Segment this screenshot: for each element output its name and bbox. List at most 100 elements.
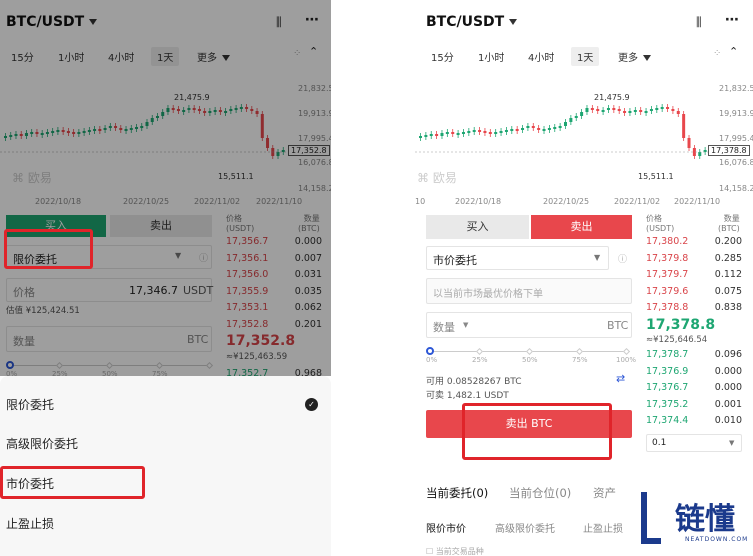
order-type-select[interactable]: 市价委托 ▼: [426, 246, 609, 270]
unit-dropdown-icon[interactable]: ▼: [463, 321, 468, 329]
candle: [419, 136, 422, 138]
candle: [494, 132, 498, 134]
pct-label: 100%: [616, 356, 637, 364]
candle: [429, 134, 433, 136]
candlestick-svg: [415, 104, 713, 159]
price-axis-label: 14,158.2: [719, 184, 753, 193]
highlight-box: [4, 229, 93, 269]
candle: [461, 132, 465, 134]
orderbook-row[interactable]: 17,374.4 0.010: [646, 413, 742, 430]
orderbook-qty: 0.000: [714, 365, 742, 377]
candle: [698, 152, 702, 156]
orderbook-qty: 0.200: [714, 236, 742, 247]
orderbook-row[interactable]: 17,380.2 0.200: [646, 234, 742, 251]
collapse-icon[interactable]: ⌃: [729, 45, 738, 58]
dropdown-arrow-icon: ▼: [594, 253, 601, 262]
tab-assets[interactable]: 资产: [593, 485, 616, 501]
candle: [682, 114, 686, 138]
dropdown-arrow-icon: ▼: [729, 439, 735, 447]
candle: [623, 111, 627, 113]
candle: [521, 128, 525, 130]
last-price-tag: 17,378.8: [708, 145, 750, 156]
candle: [542, 129, 546, 131]
sheet-item-limit[interactable]: 限价委托: [6, 396, 54, 413]
tab-15m[interactable]: 15分: [431, 49, 454, 64]
candle: [676, 111, 680, 114]
tab-advanced-limit[interactable]: 高级限价委托: [495, 520, 555, 535]
price-chart[interactable]: [415, 72, 753, 212]
tab-limit-market[interactable]: 限价市价: [426, 520, 466, 535]
candle: [628, 111, 632, 113]
slider-tick[interactable]: [575, 347, 584, 356]
tab-positions[interactable]: 当前仓位(0): [509, 485, 571, 501]
candle: [531, 126, 535, 128]
candle: [515, 129, 519, 131]
chevron-down-icon: [643, 55, 651, 61]
current-symbol-filter[interactable]: ☐ 当前交易品种: [426, 546, 484, 556]
tab-open-orders[interactable]: 当前委托(0): [426, 485, 488, 501]
quantity-input[interactable]: 数量 ▼ BTC: [426, 312, 632, 338]
orderbook-row[interactable]: 17,379.7 0.112: [646, 267, 742, 284]
candle: [612, 108, 616, 110]
sheet-item-advanced-limit[interactable]: 高级限价委托: [6, 435, 78, 452]
sheet-item-tp-sl[interactable]: 止盈止损: [6, 515, 54, 532]
candle: [585, 108, 589, 112]
last-price: 17,378.8: [646, 317, 716, 333]
slider-handle[interactable]: [426, 347, 434, 355]
orderbook-price: 17,376.9: [646, 365, 689, 377]
orderbook-row[interactable]: 17,376.7 0.000: [646, 380, 742, 397]
candle: [660, 107, 664, 109]
ob-price-header: 价格 (USDT): [646, 214, 675, 233]
candle: [510, 129, 514, 131]
candle: [526, 126, 530, 128]
tab-1d[interactable]: 1天: [571, 47, 600, 66]
candle: [574, 116, 578, 118]
tab-tp-sl[interactable]: 止盈止损: [583, 520, 623, 535]
price-axis-label: 21,832.5: [719, 84, 753, 93]
orderbook-price: 17,378.7: [646, 349, 689, 360]
orderbook-row[interactable]: 17,379.8 0.285: [646, 251, 742, 268]
candle: [655, 108, 659, 110]
sell-tab[interactable]: 卖出: [531, 215, 632, 239]
slider-tick[interactable]: [622, 347, 631, 356]
market-price-field: 以当前市场最优价格下单: [426, 278, 632, 304]
date-label: 10: [415, 197, 426, 206]
candle: [671, 109, 675, 111]
slider-tick[interactable]: [475, 347, 484, 356]
transfer-icon[interactable]: ⇄: [616, 372, 625, 385]
orderbook-qty: 0.096: [714, 349, 742, 360]
candle: [617, 109, 621, 111]
depth-select[interactable]: 0.1 ▼: [646, 434, 742, 452]
orderbook-row[interactable]: 17,379.6 0.075: [646, 284, 742, 301]
candle: [606, 108, 610, 110]
buy-tab[interactable]: 买入: [426, 215, 529, 239]
candle: [504, 130, 508, 132]
slider-tick[interactable]: [525, 347, 534, 356]
candle: [596, 109, 600, 111]
site-logo: 链懂 NEATDOWN.COM: [633, 486, 753, 556]
candle: [553, 127, 557, 129]
logo-mark: [641, 492, 661, 544]
pct-label: 50%: [522, 356, 538, 364]
candle: [564, 122, 567, 126]
candle: [633, 110, 637, 112]
candle: [499, 131, 503, 133]
modal-backdrop[interactable]: [0, 0, 331, 376]
candle: [644, 111, 648, 113]
tab-4h[interactable]: 4小时: [528, 49, 554, 64]
orderbook-row[interactable]: 17,378.8 0.838: [646, 300, 742, 317]
right-screenshot: BTC/USDT ⫼ ⋯ 15分 1小时 4小时 1天 更多 ⁘ ⌃ 21,83…: [415, 0, 753, 556]
orderbook-row[interactable]: 17,378.7 0.096: [646, 347, 742, 364]
chart-settings-icon[interactable]: ⫼: [696, 15, 702, 30]
candle: [569, 118, 573, 122]
info-icon[interactable]: ⓘ: [618, 252, 627, 265]
tab-1h[interactable]: 1小时: [478, 49, 504, 64]
candle: [580, 112, 584, 116]
orderbook-row[interactable]: 17,376.9 0.000: [646, 364, 742, 381]
more-icon[interactable]: ⋯: [725, 12, 739, 28]
orderbook-row[interactable]: 17,375.2 0.001: [646, 397, 742, 414]
ob-qty-header: 数量 (BTC): [718, 214, 740, 233]
tab-more[interactable]: 更多: [618, 49, 651, 64]
candle: [666, 107, 670, 109]
symbol-selector[interactable]: BTC/USDT: [426, 14, 518, 30]
